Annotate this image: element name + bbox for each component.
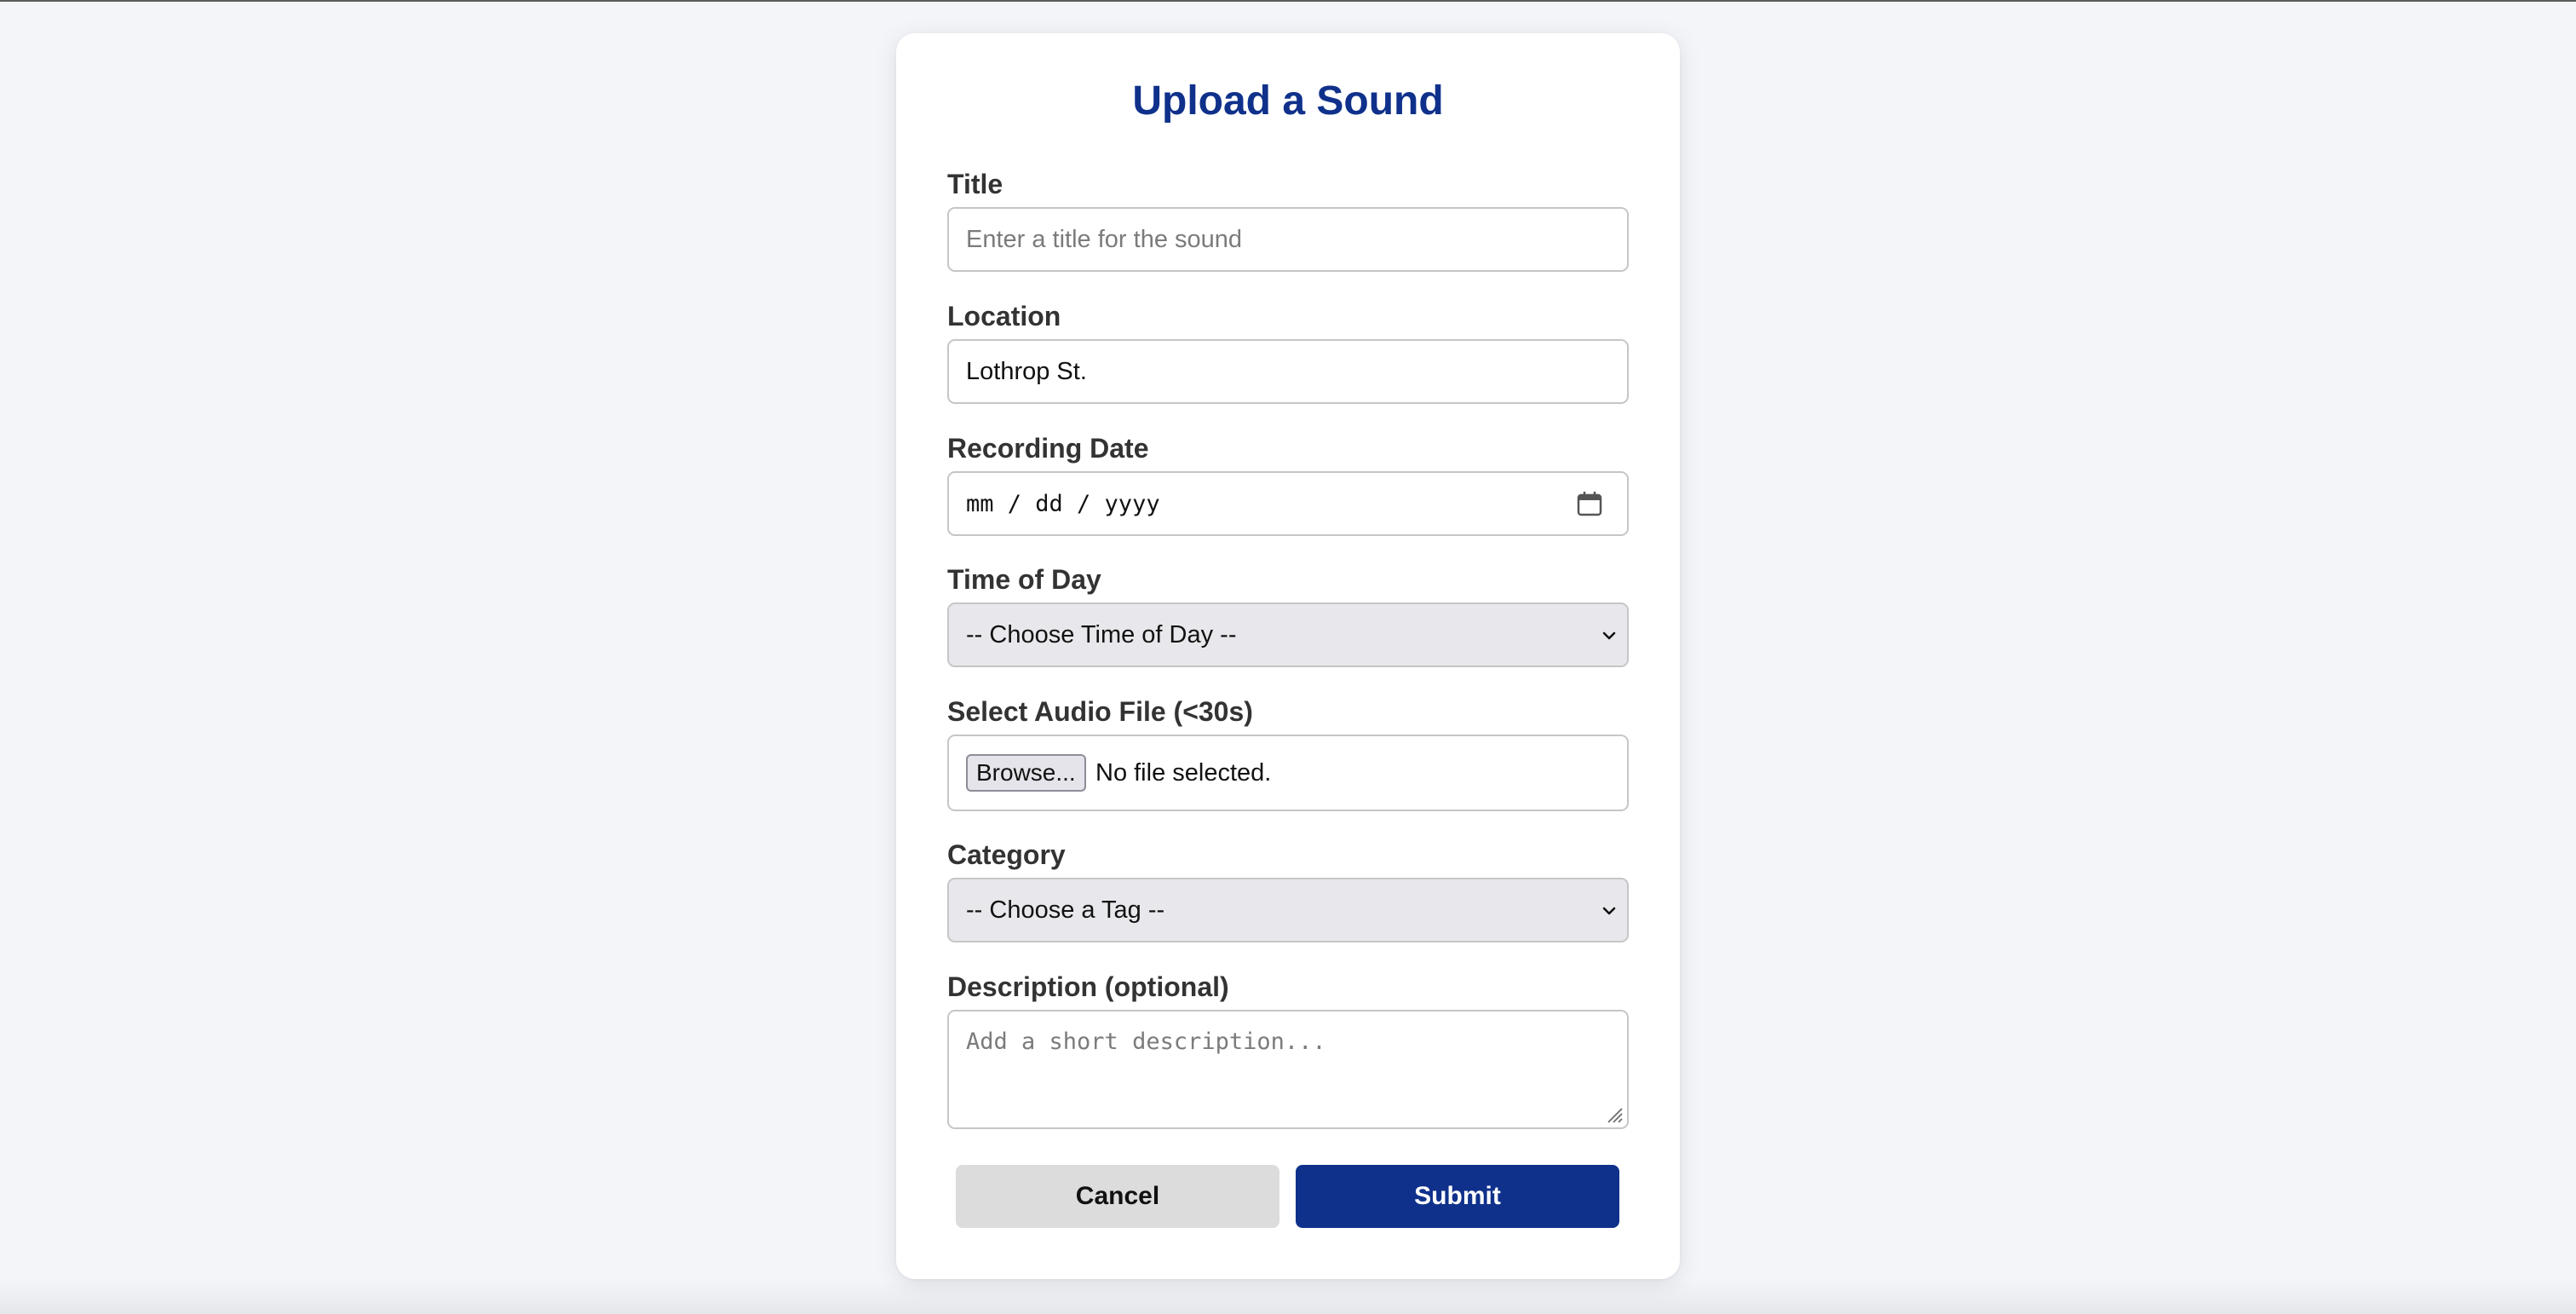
title-placeholder: Enter a title for the sound [966, 226, 1243, 253]
time-of-day-label: Time of Day [947, 564, 1101, 595]
resize-grip-icon[interactable] [1605, 1105, 1624, 1124]
category-selected: -- Choose a Tag -- [966, 896, 1165, 924]
chevron-down-icon [1602, 631, 1616, 640]
location-input[interactable]: Lothrop St. [947, 339, 1629, 404]
time-of-day-selected: -- Choose Time of Day -- [966, 621, 1237, 648]
location-label: Location [947, 301, 1061, 331]
calendar-icon[interactable] [1576, 490, 1603, 517]
audio-file-input[interactable]: Browse... No file selected. [947, 735, 1629, 811]
recording-date-input[interactable]: mm / dd / yyyy [947, 471, 1629, 536]
title-input[interactable]: Enter a title for the sound [947, 207, 1629, 272]
date-format-placeholder: mm / dd / yyyy [966, 491, 1160, 517]
window-bottom-shadow [0, 1280, 2576, 1314]
cancel-button[interactable]: Cancel [956, 1165, 1279, 1228]
upload-sound-form: Upload a Sound Title Enter a title for t… [896, 33, 1680, 1279]
category-label: Category [947, 839, 1066, 870]
time-of-day-select[interactable]: -- Choose Time of Day -- [947, 602, 1629, 667]
form-heading: Upload a Sound [1132, 78, 1444, 124]
location-value: Lothrop St. [966, 358, 1087, 385]
submit-button[interactable]: Submit [1296, 1165, 1619, 1228]
audio-file-label: Select Audio File (<30s) [947, 696, 1253, 727]
browse-button[interactable]: Browse... [966, 754, 1086, 792]
description-textarea[interactable]: Add a short description... [947, 1010, 1629, 1129]
chevron-down-icon [1602, 907, 1616, 915]
category-select[interactable]: -- Choose a Tag -- [947, 878, 1629, 942]
description-label: Description (optional) [947, 971, 1229, 1002]
title-label: Title [947, 169, 1003, 199]
description-placeholder: Add a short description... [966, 1029, 1326, 1055]
recording-date-label: Recording Date [947, 433, 1149, 464]
window-top-border [0, 0, 2576, 2]
file-status: No file selected. [1095, 759, 1272, 787]
